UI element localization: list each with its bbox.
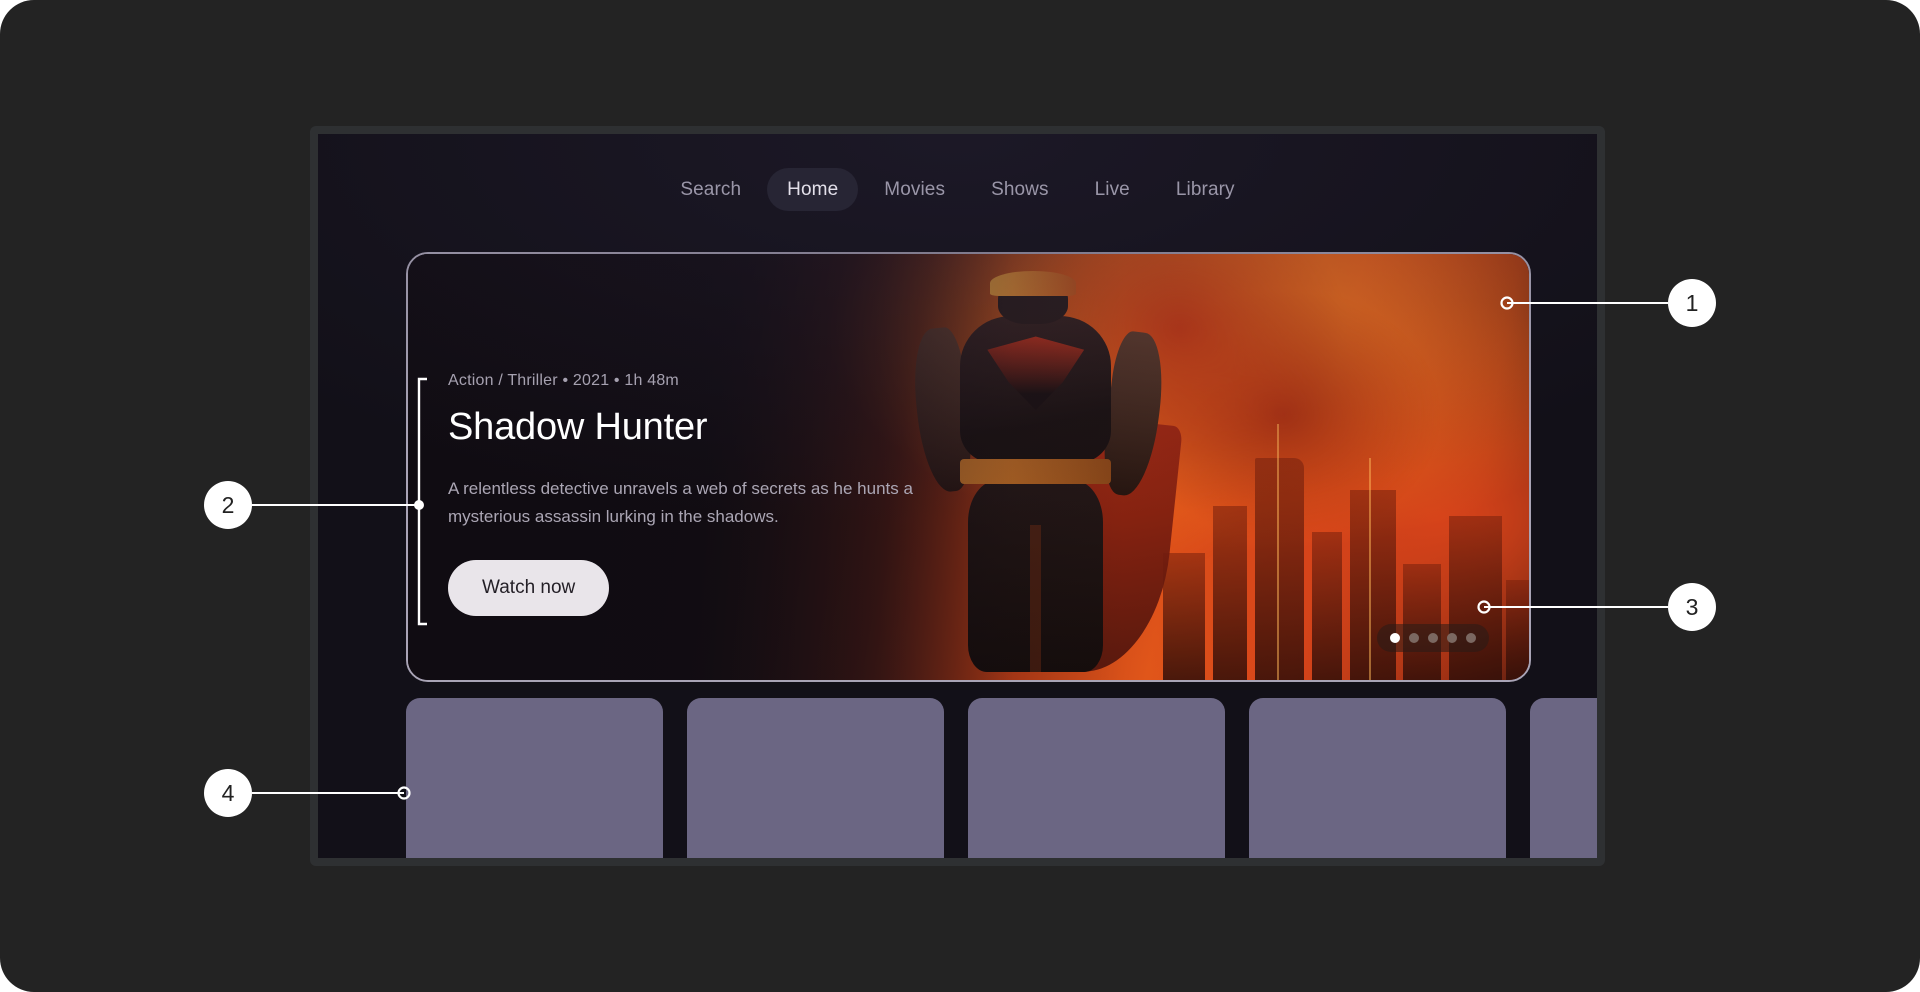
poster-card[interactable] xyxy=(1249,698,1506,858)
carousel-pagination-dots[interactable] xyxy=(1377,624,1489,652)
carousel-dot-1[interactable] xyxy=(1390,633,1400,643)
poster-rail xyxy=(406,698,1597,858)
hero-title: Shadow Hunter xyxy=(448,406,708,448)
tv-screen: Search Home Movies Shows Live Library Ac… xyxy=(318,134,1597,858)
poster-card[interactable] xyxy=(968,698,1225,858)
watch-now-button[interactable]: Watch now xyxy=(448,560,610,617)
poster-card[interactable] xyxy=(1530,698,1597,858)
callout-marker-2[interactable]: 2 xyxy=(204,481,252,529)
device-bezel: Search Home Movies Shows Live Library Ac… xyxy=(310,126,1605,866)
hero-featured-card[interactable]: Action / Thriller • 2021 • 1h 48m Shadow… xyxy=(406,252,1531,682)
callout-marker-4[interactable]: 4 xyxy=(204,769,252,817)
hero-text-block: Action / Thriller • 2021 • 1h 48m Shadow… xyxy=(448,372,968,617)
nav-item-live[interactable]: Live xyxy=(1075,168,1150,211)
page-root: Search Home Movies Shows Live Library Ac… xyxy=(0,0,1920,992)
nav-item-library[interactable]: Library xyxy=(1156,168,1255,211)
nav-item-shows[interactable]: Shows xyxy=(971,168,1069,211)
poster-card[interactable] xyxy=(687,698,944,858)
carousel-dot-4[interactable] xyxy=(1447,633,1457,643)
callout-marker-1[interactable]: 1 xyxy=(1668,279,1716,327)
carousel-dot-3[interactable] xyxy=(1428,633,1438,643)
hero-metadata: Action / Thriller • 2021 • 1h 48m xyxy=(448,372,679,389)
poster-card[interactable] xyxy=(406,698,663,858)
callout-marker-3[interactable]: 3 xyxy=(1668,583,1716,631)
carousel-dot-5[interactable] xyxy=(1466,633,1476,643)
carousel-dot-2[interactable] xyxy=(1409,633,1419,643)
hero-description: A relentless detective unravels a web of… xyxy=(448,479,913,526)
nav-item-movies[interactable]: Movies xyxy=(864,168,965,211)
nav-item-home[interactable]: Home xyxy=(767,168,859,211)
nav-item-search[interactable]: Search xyxy=(660,168,761,211)
top-navigation: Search Home Movies Shows Live Library xyxy=(318,168,1597,211)
